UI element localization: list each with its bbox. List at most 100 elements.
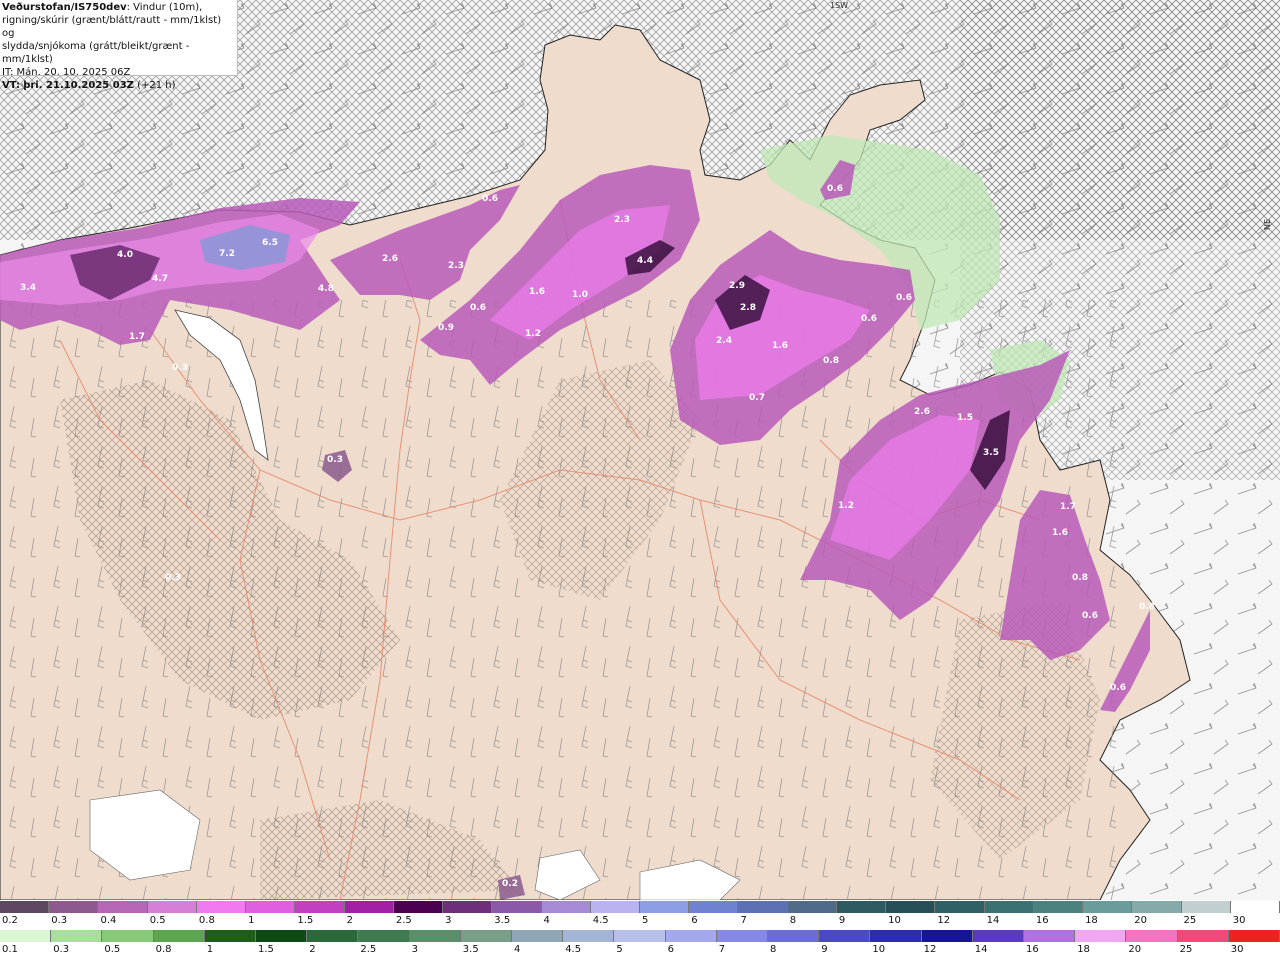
precip-value-label: 0.3 [165, 573, 181, 583]
rain-tick-label: 16 [1026, 944, 1039, 955]
snow-swatch [246, 901, 296, 913]
right-edge-marker: NE [1263, 219, 1272, 230]
rain-swatch [1075, 930, 1127, 942]
snow-tick-label: 0.2 [2, 915, 18, 926]
precip-value-label: 0.8 [1139, 602, 1155, 612]
precip-value-label: 3.5 [983, 448, 999, 458]
rain-color-scale: 0.1 0.3 0.5 0.8 1 1.5 2 2.5 3 3.5 4 4.5 5 6 7 8 9 10 12 14 1… [0, 929, 1280, 958]
map-description-line2: rigning/skúrir (grænt/blátt/rautt - mm/1… [2, 15, 222, 39]
rain-tick-label: 3 [411, 944, 418, 955]
snow-swatch [590, 901, 640, 913]
rain-swatch [716, 930, 768, 942]
snow-tick-label: 14 [986, 915, 1000, 926]
precip-value-label: 2.3 [448, 261, 464, 271]
rain-swatch [102, 930, 154, 942]
snow-swatch [1083, 901, 1133, 913]
precip-value-label: 1.2 [838, 501, 854, 511]
precip-value-label: 0.6 [896, 293, 912, 303]
snow-tick-label: 20 [1134, 915, 1148, 926]
snow-tick-label: 4.5 [592, 915, 609, 926]
rain-tick-label: 8 [770, 944, 777, 955]
map-title: Veðurstofan/IS750dev [2, 2, 127, 13]
snow-tick-label: 6 [691, 915, 698, 926]
rain-swatch [0, 930, 52, 942]
snow-swatch [1033, 901, 1084, 913]
rain-scale-swatches [0, 930, 1280, 942]
precip-value-label: 6.5 [262, 238, 278, 248]
snow-tick-label: 0.4 [100, 915, 117, 926]
precip-value-label: 4.4 [637, 256, 653, 266]
snow-swatch [1132, 901, 1182, 913]
precip-value-label: 0.7 [749, 393, 765, 403]
map-description-line3: slydda/snjókoma (grátt/bleikt/grænt - mm… [2, 41, 190, 65]
snow-tick-label: 5 [642, 915, 649, 926]
snow-swatch [147, 901, 197, 913]
snow-swatch [196, 901, 247, 913]
snow-tick-label: 9 [838, 915, 846, 926]
rain-swatch [460, 930, 512, 942]
precip-value-label: 2.6 [914, 407, 930, 417]
snow-tick-label: 16 [1035, 915, 1049, 926]
precip-value-label: 0.8 [1072, 573, 1088, 583]
rain-swatch [256, 930, 308, 942]
weather-map[interactable]: 3.4 4.0 4.7 7.2 6.5 4.8 2.6 2.3 0.6 0.9 0.6 1.6 1.2 1… [0, 0, 1280, 900]
precip-value-label: 1.6 [529, 287, 545, 297]
precip-value-label: 2.8 [740, 303, 756, 313]
snow-tick-label: 1.5 [297, 915, 314, 926]
rain-swatch [563, 930, 615, 942]
snow-swatch [640, 901, 690, 913]
precip-value-label: 4.7 [152, 274, 168, 284]
snow-swatch [541, 901, 591, 913]
rain-tick-label: 1.5 [258, 944, 274, 955]
rain-tick-label: 10 [872, 944, 886, 955]
snow-swatch [984, 901, 1034, 913]
snow-tick-label: 0.5 [149, 915, 166, 926]
snow-swatch [689, 901, 739, 913]
snow-tick-label: 12 [937, 915, 951, 926]
map-description: : Vindur (10m), [126, 2, 203, 13]
valid-time: þri. 21.10.2025 03Z [23, 80, 134, 91]
rain-tick-label: 5 [616, 944, 623, 955]
snow-tick-label: 18 [1085, 915, 1098, 926]
snow-tick-label: 0.3 [51, 915, 68, 926]
rain-tick-label: 1 [206, 944, 214, 955]
rain-swatch [1024, 930, 1076, 942]
snow-swatch [443, 901, 493, 913]
snow-swatch [0, 901, 50, 913]
valid-time-line: VT: þri. 21.10.2025 03Z (+21 h) [2, 79, 235, 92]
rain-tick-label: 0.1 [2, 944, 18, 955]
snow-tick-label: 2 [346, 915, 353, 926]
precip-value-label: 0.6 [827, 184, 843, 194]
snow-swatch [1230, 901, 1280, 913]
rain-tick-label: 25 [1179, 944, 1193, 955]
rain-tick-label: 2 [309, 944, 316, 955]
snow-swatch [787, 901, 837, 913]
precip-value-label: 2.4 [716, 336, 732, 346]
precip-value-label: 0.3 [327, 455, 343, 465]
snow-tick-label: 25 [1183, 915, 1197, 926]
snow-tick-label: 7 [740, 915, 747, 926]
precip-value-label: 0.6 [482, 194, 498, 204]
precip-value-label: 1.2 [525, 329, 541, 339]
snow-scale-swatches [0, 901, 1280, 913]
valid-label: VT: [2, 80, 21, 91]
precip-value-label: 0.3 [172, 363, 188, 373]
rain-tick-label: 0.5 [104, 944, 121, 955]
rain-tick-label: 12 [923, 944, 937, 955]
issue-time: IT: Mán. 20. 10. 2025 06Z [2, 67, 131, 78]
precip-value-label: 1.6 [1052, 528, 1068, 538]
map-info-box: Veðurstofan/IS750dev: Vindur (10m), rign… [0, 0, 238, 91]
precip-value-label: 3.4 [20, 283, 36, 293]
precip-value-label: 0.2 [502, 879, 518, 889]
snow-swatch [836, 901, 887, 913]
rain-swatch [921, 930, 973, 942]
top-edge-marker: 1SW [830, 1, 848, 10]
rain-swatch [307, 930, 359, 942]
rain-tick-label: 9 [821, 944, 828, 955]
precip-value-label: 0.6 [470, 303, 486, 313]
valid-offset: (+21 h) [137, 80, 176, 91]
precip-value-label: 0.9 [438, 323, 454, 333]
rain-tick-label: 6 [667, 944, 674, 955]
snow-tick-label: 0.8 [198, 915, 215, 926]
snow-tick-label: 4 [543, 915, 550, 926]
